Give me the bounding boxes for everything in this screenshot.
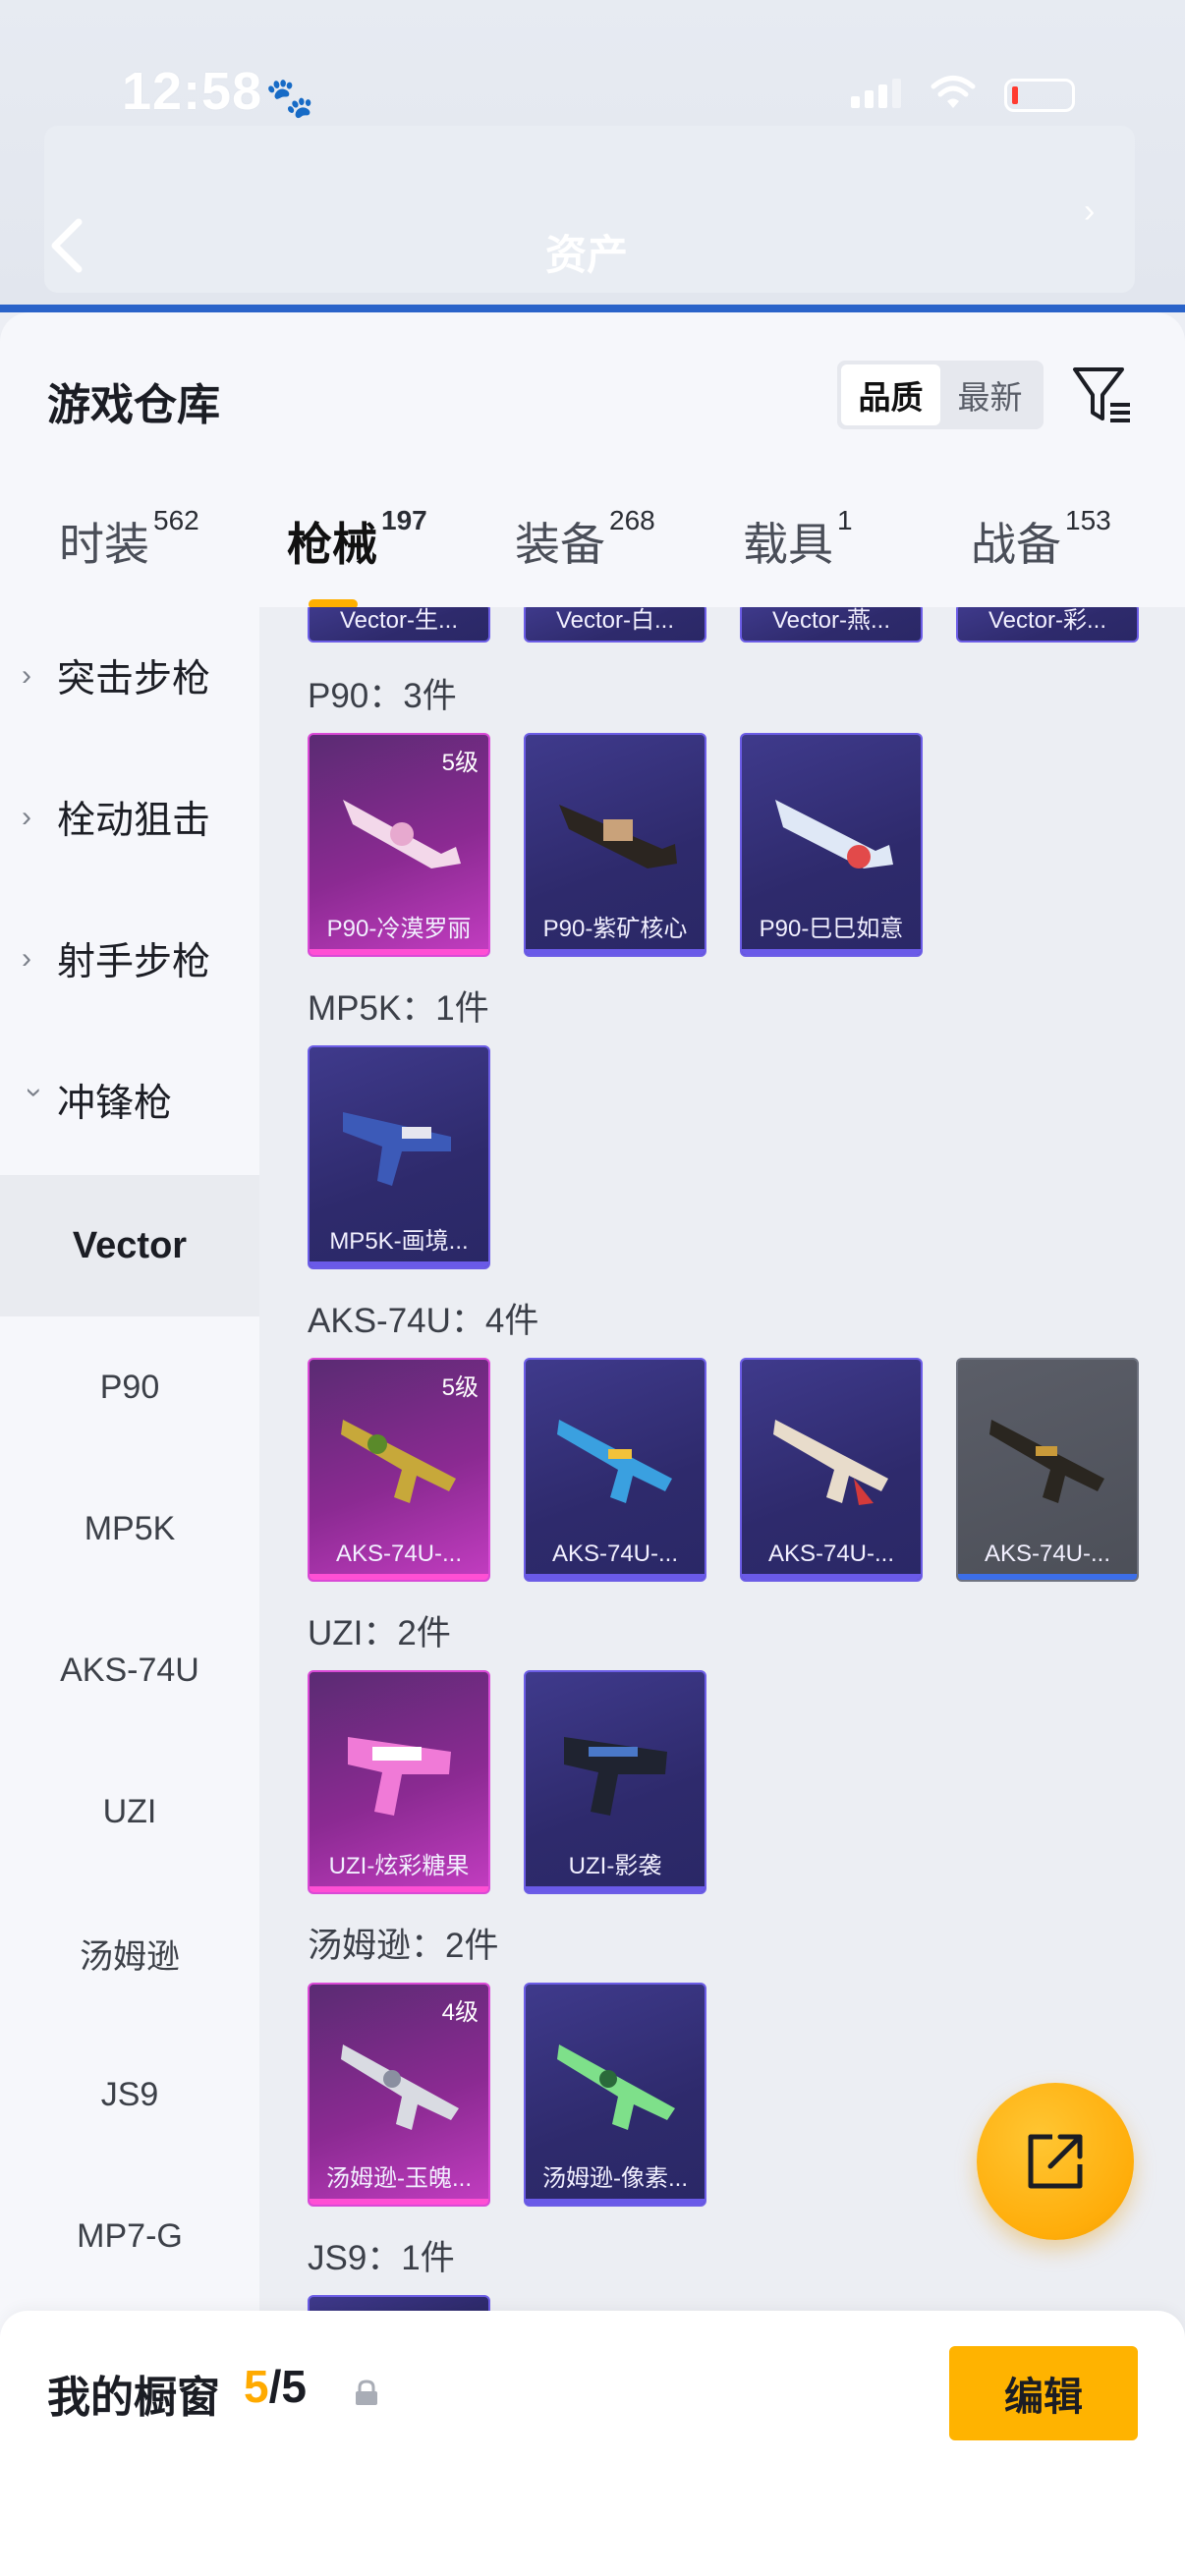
tab-firearms[interactable]: 枪械 197 bbox=[287, 505, 427, 574]
sort-toggle: 品质 最新 bbox=[837, 361, 1044, 429]
edit-button[interactable]: 编辑 bbox=[949, 2346, 1138, 2440]
sidebar-item-thompson[interactable]: 汤姆逊 bbox=[0, 1882, 259, 2024]
weapon-card[interactable]: MP5K-画境... bbox=[308, 1045, 490, 1269]
filter-icon[interactable] bbox=[1071, 364, 1134, 426]
group-title-js9: JS9：1件 bbox=[308, 2239, 455, 2277]
showcase-label: 我的橱窗 bbox=[47, 2374, 220, 2422]
weapon-card[interactable]: 5级 AKS-74U-... bbox=[308, 1358, 490, 1582]
sidebar-item-mp7g[interactable]: MP7-G bbox=[0, 2165, 259, 2307]
accent-divider bbox=[0, 305, 1185, 312]
showcase-bar: 我的橱窗 5/5 编辑 bbox=[0, 2311, 1185, 2576]
paw-icon: 🐾 bbox=[265, 77, 314, 120]
tab-equipment[interactable]: 装备 268 bbox=[515, 505, 655, 574]
sidebar-item-js9[interactable]: JS9 bbox=[0, 2024, 259, 2165]
weapon-card[interactable]: 汤姆逊-像素... bbox=[524, 1983, 706, 2207]
wifi-icon bbox=[931, 76, 976, 108]
group-title-thompson: 汤姆逊：2件 bbox=[308, 1927, 499, 1965]
weapon-card[interactable]: Vector-燕... bbox=[740, 607, 923, 643]
thompson-gun-icon bbox=[557, 2044, 675, 2130]
showcase-count: 5/5 bbox=[244, 2361, 307, 2412]
weapon-card[interactable]: Vector-白... bbox=[524, 607, 706, 643]
battery-icon bbox=[1004, 79, 1075, 112]
sidebar-category-smg[interactable]: › 冲锋枪 bbox=[0, 1041, 259, 1159]
group-title-mp5k: MP5K：1件 bbox=[308, 989, 489, 1028]
uzi-gun-icon bbox=[564, 1737, 667, 1816]
sheet-title: 游戏仓库 bbox=[47, 381, 220, 429]
sidebar-item-p90[interactable]: P90 bbox=[0, 1316, 259, 1458]
signal-icon bbox=[851, 79, 901, 108]
page-title: 资产 bbox=[545, 232, 629, 278]
blurred-header: 12:58 🐾 资产 › bbox=[0, 0, 1185, 312]
sidebar-category-bolt-sniper[interactable]: › 栓动狙击 bbox=[0, 758, 259, 876]
back-arrow-icon[interactable] bbox=[47, 216, 86, 275]
chevron-right-icon: › bbox=[22, 801, 31, 833]
aks-gun-icon bbox=[989, 1420, 1104, 1503]
weapon-card[interactable]: UZI-影袭 bbox=[524, 1670, 706, 1894]
share-icon bbox=[1028, 2134, 1083, 2189]
weapon-card[interactable]: AKS-74U-... bbox=[740, 1358, 923, 1582]
sidebar-category-assault-rifle[interactable]: › 突击步枪 bbox=[0, 617, 259, 735]
chevron-right-icon[interactable]: › bbox=[1084, 193, 1095, 231]
chevron-down-icon: › bbox=[19, 1088, 51, 1097]
p90-gun-icon bbox=[775, 800, 893, 868]
lock-icon bbox=[356, 2380, 377, 2405]
chevron-right-icon: › bbox=[22, 942, 31, 975]
weapon-card[interactable]: 4级 汤姆逊-玉魄... bbox=[308, 1983, 490, 2207]
thompson-gun-icon bbox=[341, 2044, 459, 2130]
mp5k-gun-icon bbox=[343, 1112, 451, 1186]
warehouse-sheet: 游戏仓库 品质 最新 时装 562 枪械 197 装备 268 载具 1 战备 153 ›… bbox=[0, 312, 1185, 2576]
weapon-sidebar: › 突击步枪 › 栓动狙击 › 射手步枪 › 冲锋枪 Vector P90 MP5K A… bbox=[0, 607, 259, 2576]
weapon-card[interactable]: AKS-74U-... bbox=[524, 1358, 706, 1582]
aks-gun-icon bbox=[341, 1420, 456, 1503]
p90-gun-icon bbox=[559, 805, 677, 868]
sidebar-category-marksman-rifle[interactable]: › 射手步枪 bbox=[0, 900, 259, 1018]
sidebar-item-uzi[interactable]: UZI bbox=[0, 1741, 259, 1882]
weapon-card[interactable]: 5级 P90-冷漠罗丽 bbox=[308, 733, 490, 957]
category-tabs: 时装 562 枪械 197 装备 268 载具 1 战备 153 bbox=[0, 487, 1185, 609]
sort-newest-button[interactable]: 最新 bbox=[940, 364, 1040, 425]
sort-quality-button[interactable]: 品质 bbox=[841, 364, 940, 425]
weapon-card[interactable]: UZI-炫彩糖果 bbox=[308, 1670, 490, 1894]
tab-vehicles[interactable]: 载具 1 bbox=[743, 505, 853, 574]
weapon-card[interactable]: Vector-彩... bbox=[956, 607, 1139, 643]
weapon-card[interactable]: P90-巳巳如意 bbox=[740, 733, 923, 957]
status-time: 12:58 bbox=[122, 62, 263, 121]
share-button[interactable] bbox=[977, 2083, 1134, 2240]
weapon-card[interactable]: AKS-74U-... bbox=[956, 1358, 1139, 1582]
weapon-card[interactable]: P90-紫矿核心 bbox=[524, 733, 706, 957]
sidebar-item-aks74u[interactable]: AKS-74U bbox=[0, 1599, 259, 1741]
weapon-card[interactable]: Vector-生... bbox=[308, 607, 490, 643]
aks-gun-icon bbox=[557, 1420, 672, 1503]
uzi-gun-icon bbox=[348, 1737, 451, 1816]
sidebar-item-vector[interactable]: Vector bbox=[0, 1175, 259, 1316]
group-title-aks74u: AKS-74U：4件 bbox=[308, 1302, 539, 1340]
tab-fashion[interactable]: 时装 562 bbox=[59, 505, 199, 574]
tab-supplies[interactable]: 战备 153 bbox=[971, 505, 1111, 574]
p90-gun-icon bbox=[343, 800, 461, 868]
weapon-grid: Vector-生... Vector-白... Vector-燕... Vect… bbox=[259, 607, 1185, 2576]
group-title-uzi: UZI：2件 bbox=[308, 1614, 451, 1652]
group-title-p90: P90：3件 bbox=[308, 677, 457, 715]
aks-gun-icon bbox=[773, 1420, 888, 1505]
sidebar-item-mp5k[interactable]: MP5K bbox=[0, 1458, 259, 1599]
chevron-right-icon: › bbox=[22, 659, 31, 692]
